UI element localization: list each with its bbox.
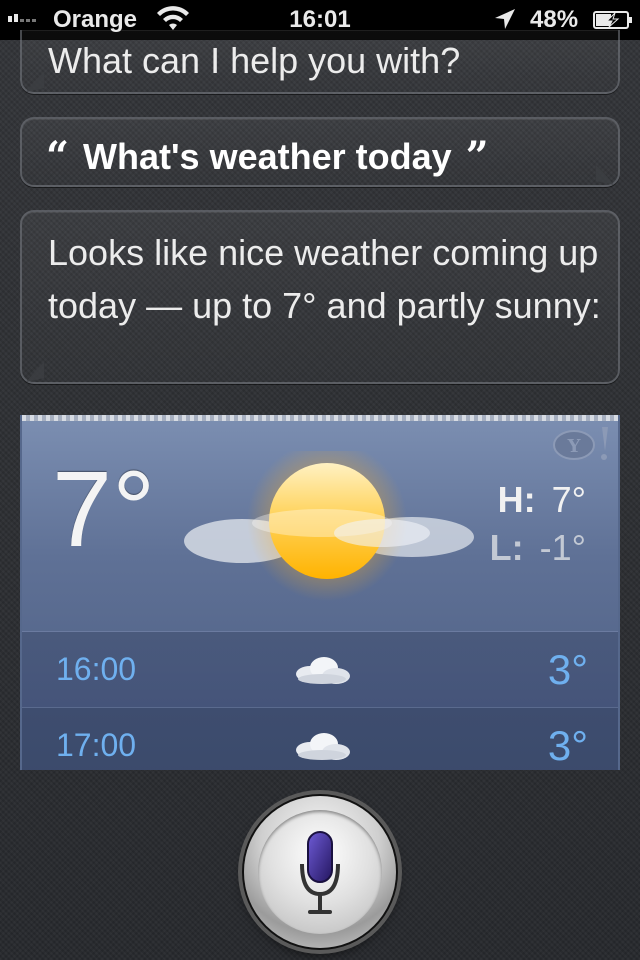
siri-response-bubble: Looks like nice weather coming up today … xyxy=(20,210,620,384)
user-query-text: What's weather today xyxy=(83,135,452,177)
high-label: H: xyxy=(497,479,536,520)
high-temperature: 7° xyxy=(551,479,586,520)
microphone-icon xyxy=(300,831,340,914)
low-label: L: xyxy=(489,527,524,568)
hour-time: 17:00 xyxy=(56,727,137,763)
user-query-bubble[interactable]: “ What's weather today ” xyxy=(20,117,620,187)
hourly-forecast-row: 16:00 3° xyxy=(22,631,618,707)
partly-sunny-icon xyxy=(184,451,474,601)
cloud-icon xyxy=(296,656,350,684)
low-temperature: -1° xyxy=(539,527,586,568)
hour-time: 16:00 xyxy=(56,651,137,687)
battery-charging-icon xyxy=(593,11,632,29)
hour-temperature: 3° xyxy=(547,645,588,693)
high-low-temps: H: 7° L: -1° xyxy=(490,479,586,575)
siri-prompt-bubble: What can I help you with? xyxy=(20,30,620,94)
location-arrow-icon xyxy=(495,9,515,29)
siri-prompt-text: What can I help you with? xyxy=(48,40,461,81)
open-quote-icon: “ xyxy=(46,133,70,180)
siri-mic-area xyxy=(0,770,640,960)
hourly-forecast-row: 17:00 3° xyxy=(22,707,618,770)
close-quote-icon: ” xyxy=(465,133,489,180)
bubble-tail xyxy=(26,362,44,382)
yahoo-icon[interactable]: Y xyxy=(548,423,612,465)
siri-mic-button[interactable] xyxy=(244,796,396,948)
bubble-tail xyxy=(596,165,614,185)
hour-temperature: 3° xyxy=(547,721,588,769)
cloud-icon xyxy=(296,732,350,760)
current-temperature: 7° xyxy=(52,448,156,569)
weather-card[interactable]: Y 7° H: 7° L: -1° 16:00 3° 17:00 3° xyxy=(20,415,620,770)
siri-response-text: Looks like nice weather coming up today … xyxy=(48,232,601,326)
svg-text:Y: Y xyxy=(567,436,582,457)
bubble-tail xyxy=(26,72,44,92)
card-perforated-edge xyxy=(22,415,618,421)
